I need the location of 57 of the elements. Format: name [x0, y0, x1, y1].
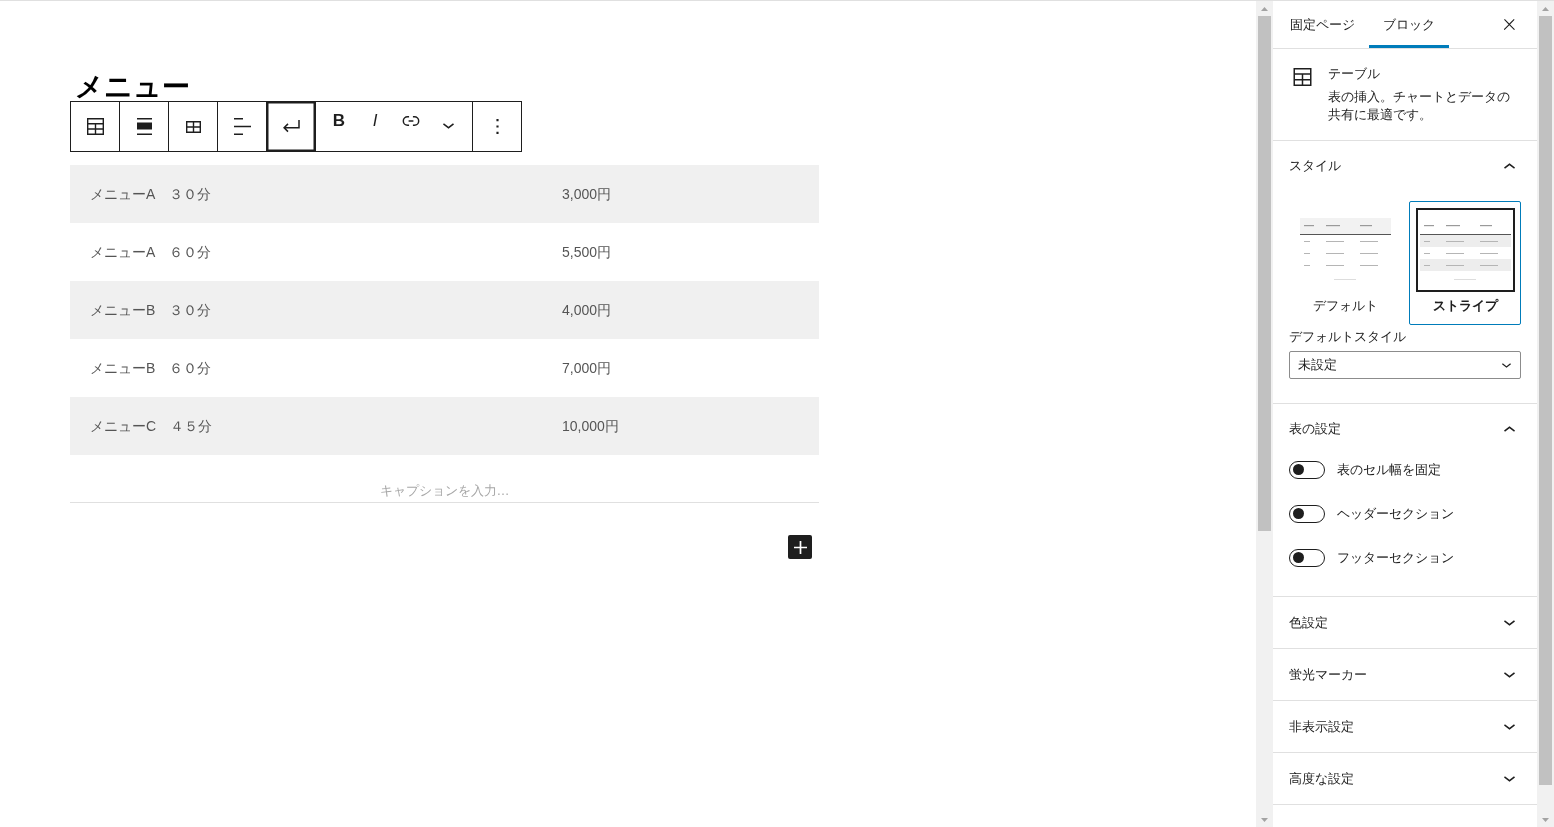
caption-field[interactable]: キャプションを入力…	[70, 479, 819, 503]
style-option[interactable]: ストライプ	[1409, 201, 1521, 325]
table-cell: 3,000円	[542, 165, 819, 223]
table-cell: メニューB ３０分	[70, 281, 542, 339]
scroll-up-icon[interactable]	[1542, 6, 1549, 11]
toggle-switch[interactable]	[1289, 505, 1325, 523]
toggle-label: フッターセクション	[1337, 549, 1454, 568]
toggle-label: 表のセル幅を固定	[1337, 461, 1441, 480]
table-cell: メニューC ４５分	[70, 397, 542, 455]
field-label: デフォルトスタイル	[1289, 328, 1406, 346]
scrollbar-thumb[interactable]	[1539, 16, 1552, 785]
close-icon	[1503, 19, 1515, 30]
chevron-down-icon	[1504, 671, 1515, 678]
table-cell: 10,000円	[542, 397, 819, 455]
panel-header[interactable]: 蛍光マーカー	[1273, 649, 1537, 700]
page-heading: メニュー	[75, 72, 190, 101]
italic-button[interactable]: I	[357, 102, 393, 151]
table-cell: 4,000円	[542, 281, 819, 339]
bold-button[interactable]: B	[321, 102, 357, 151]
scroll-up-icon[interactable]	[1261, 6, 1268, 11]
sidebar-tab[interactable]: 固定ページ	[1276, 1, 1369, 48]
panel-header[interactable]: 高度な設定	[1273, 753, 1537, 804]
chevron-down-icon	[1504, 619, 1515, 626]
sidebar-tab[interactable]: ブロック	[1369, 1, 1449, 48]
chevron-down-icon	[1504, 775, 1515, 782]
block-title: テーブル	[1328, 65, 1380, 83]
plus-icon	[793, 540, 807, 554]
chevron-down-icon	[1504, 723, 1515, 730]
toggle-label: ヘッダーセクション	[1337, 505, 1454, 524]
chevron-down-icon	[442, 122, 454, 129]
table-cell: メニューA ３０分	[70, 165, 542, 223]
chevron-down-icon	[1502, 362, 1511, 368]
chevron-up-icon	[1504, 163, 1515, 169]
link-icon	[402, 115, 420, 126]
scrollbar-thumb[interactable]	[1258, 16, 1271, 531]
chevron-up-icon	[1504, 426, 1515, 432]
add-block-button[interactable]	[788, 535, 812, 559]
scrollbar[interactable]	[1256, 1, 1273, 827]
scroll-down-icon[interactable]	[1542, 817, 1549, 822]
scrollbar[interactable]	[1537, 1, 1554, 827]
default-style-select[interactable]: 未設定	[1289, 351, 1521, 379]
grid-icon	[185, 120, 201, 133]
table-icon	[86, 118, 104, 135]
more-vertical-icon	[495, 119, 499, 134]
panel-header[interactable]: 非表示設定	[1273, 701, 1537, 752]
toggle-switch[interactable]	[1289, 461, 1325, 479]
panel-header[interactable]: スタイル	[1273, 141, 1537, 191]
return-button[interactable]	[267, 102, 315, 151]
align-left-icon	[233, 118, 251, 135]
panel-header[interactable]: 表の設定	[1273, 404, 1537, 454]
return-arrow-icon	[282, 120, 300, 133]
scroll-down-icon[interactable]	[1261, 817, 1268, 822]
style-option[interactable]: デフォルト	[1289, 201, 1401, 325]
block-description: 表の挿入。チャートとデータの共有に最適です。	[1328, 88, 1511, 124]
table-icon	[1293, 68, 1312, 86]
full-width-icon	[136, 118, 152, 135]
toggle-switch[interactable]	[1289, 549, 1325, 567]
